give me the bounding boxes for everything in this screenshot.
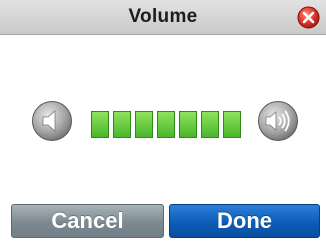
- volume-level-segment: [223, 111, 241, 138]
- speaker-high-icon: [257, 100, 299, 142]
- volume-down-button[interactable]: [31, 100, 73, 142]
- cancel-button[interactable]: Cancel: [11, 204, 164, 238]
- volume-level-segment: [157, 111, 175, 138]
- volume-level-segment: [113, 111, 131, 138]
- title-bar: Volume: [0, 0, 326, 35]
- done-button[interactable]: Done: [169, 204, 320, 238]
- volume-level-segment: [179, 111, 197, 138]
- volume-level-bar[interactable]: [91, 111, 245, 139]
- volume-level-segment: [135, 111, 153, 138]
- speaker-low-icon: [31, 100, 73, 142]
- volume-level-segment: [201, 111, 219, 138]
- volume-level-segment: [91, 111, 109, 138]
- dialog-title: Volume: [128, 6, 198, 27]
- close-icon: [297, 6, 320, 29]
- volume-up-button[interactable]: [257, 100, 299, 142]
- close-button[interactable]: [297, 6, 320, 29]
